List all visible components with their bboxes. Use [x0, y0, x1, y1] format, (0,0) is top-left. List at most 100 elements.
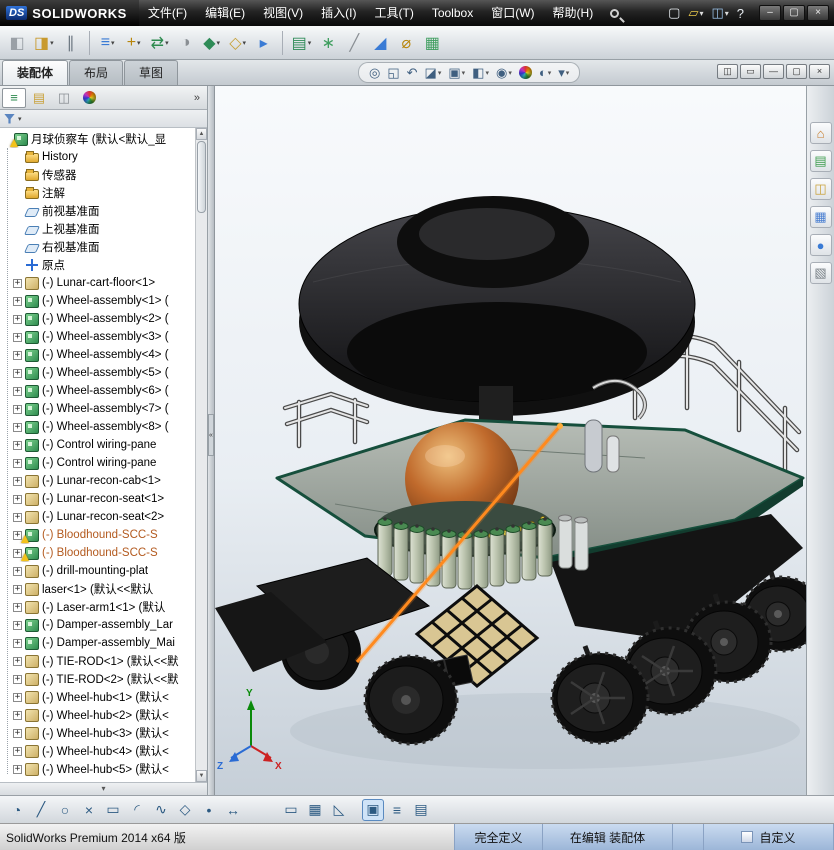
configurationmanager-tab[interactable]: ◫ — [52, 88, 76, 108]
expander-icon[interactable]: + — [13, 674, 22, 684]
bill-of-materials-button[interactable]: ▤ ▾ — [289, 30, 315, 56]
wheel-right-1[interactable] — [550, 651, 650, 745]
tab-assembly[interactable]: 装配体 — [2, 60, 69, 85]
tree-item[interactable]: + (-) Wheel-assembly<5> ( — [2, 364, 195, 382]
tree-item[interactable]: + (-) Wheel-assembly<8> ( — [2, 418, 195, 436]
doc-restore-button[interactable]: ▢ — [786, 64, 807, 79]
graphics-viewport[interactable]: Y X Z — [215, 86, 806, 795]
tree-item[interactable]: + (-) Lunar-recon-cab<1> — [2, 472, 195, 490]
tree-item[interactable]: + (-) Damper-assembly_Lar — [2, 616, 195, 634]
tree-root-item[interactable]: 月球侦察车 (默认<默认_显 — [2, 130, 195, 148]
edit-component-button[interactable]: ◧ — [5, 30, 29, 56]
tree-item[interactable]: + (-) Wheel-assembly<3> ( — [2, 328, 195, 346]
expander-icon[interactable]: + — [13, 386, 22, 396]
expander-icon[interactable]: + — [13, 710, 22, 720]
tree-item[interactable]: 传感器 — [2, 166, 195, 184]
tab-layout[interactable]: 布局 — [69, 60, 124, 85]
expander-icon[interactable]: + — [13, 494, 22, 504]
tree-item[interactable]: + (-) Wheel-hub<2> (默认< — [2, 706, 195, 724]
tree-item[interactable]: 原点 — [2, 256, 195, 274]
expander-icon[interactable]: + — [13, 404, 22, 414]
tree-item[interactable]: + (-) Laser-arm1<1> (默认 — [2, 598, 195, 616]
tree-item[interactable]: + (-) TIE-ROD<2> (默认<<默 — [2, 670, 195, 688]
expander-icon[interactable]: + — [13, 692, 22, 702]
help-button[interactable]: ? — [733, 3, 748, 23]
viewport-pane-button[interactable]: ▣ — [362, 798, 384, 821]
tree-item[interactable]: + laser<1> (默认<<默认 — [2, 580, 195, 598]
tree-item[interactable]: + (-) Bloodhound-SCC-S — [2, 526, 195, 544]
expander-icon[interactable]: + — [13, 638, 22, 648]
view-palette-button[interactable]: ▦ — [809, 206, 832, 228]
expander-icon[interactable]: + — [13, 584, 22, 594]
tree-scrollbar[interactable]: ▲ ▼ — [195, 128, 207, 782]
menu-item[interactable]: 文件(F) — [139, 0, 196, 26]
previous-view-button[interactable]: ↶ — [404, 65, 421, 81]
tree-item[interactable]: + (-) Wheel-hub<1> (默认< — [2, 688, 195, 706]
panel-splitter[interactable]: « — [208, 86, 215, 795]
tree-item[interactable]: + (-) Wheel-assembly<7> ( — [2, 400, 195, 418]
ruler-button[interactable]: ◺ — [328, 799, 350, 821]
tree-item[interactable]: + (-) Wheel-hub<3> (默认< — [2, 724, 195, 742]
expander-icon[interactable]: + — [13, 440, 22, 450]
rover-3d-model[interactable]: Y X Z — [215, 86, 806, 795]
expander-icon[interactable]: + — [13, 476, 22, 486]
doc-close-button[interactable]: × — [809, 64, 830, 79]
open-button[interactable]: ▱ ▾ — [684, 3, 707, 23]
menu-item[interactable]: 窗口(W) — [482, 0, 543, 26]
expander-icon[interactable]: + — [13, 296, 22, 306]
apply-scene-button[interactable]: ◐ ▾ — [536, 65, 554, 80]
search-icon[interactable] — [610, 8, 620, 18]
tree-item[interactable]: 注解 — [2, 184, 195, 202]
menu-item[interactable]: 帮助(H) — [544, 0, 603, 26]
pane-horizontal-icon[interactable]: ▭ — [740, 64, 761, 79]
tree-item[interactable]: + (-) Wheel-assembly<6> ( — [2, 382, 195, 400]
featuremanager-tab[interactable]: ≡ — [2, 87, 26, 108]
filter-funnel-icon[interactable] — [4, 113, 15, 124]
line-button[interactable]: ╱ — [30, 799, 52, 821]
exploded-view-button[interactable]: ∗ — [316, 30, 340, 56]
expander-icon[interactable]: + — [13, 278, 22, 288]
spline-button[interactable]: ∿ — [150, 799, 172, 821]
tree-item[interactable]: + (-) Control wiring-pane — [2, 436, 195, 454]
edit-appearance-button[interactable] — [516, 66, 535, 79]
zoom-to-fit-button[interactable]: ◎ — [366, 65, 383, 81]
point-button[interactable]: • — [198, 799, 220, 821]
propertymanager-tab[interactable]: ▤ — [27, 88, 51, 108]
design-library-button[interactable]: ▤ — [809, 150, 832, 172]
home-button[interactable]: ⌂ — [809, 122, 832, 144]
view-orientation-button[interactable]: ▣ ▾ — [445, 65, 468, 81]
file-explorer-button[interactable]: ◫ — [809, 178, 832, 200]
expander-icon[interactable]: + — [13, 332, 22, 342]
sheet-grid-button[interactable]: ▤ — [410, 799, 432, 821]
menu-item[interactable]: 工具(T) — [366, 0, 423, 26]
tree-item[interactable]: + (-) Damper-assembly_Mai — [2, 634, 195, 652]
scrollbar-thumb[interactable] — [197, 141, 206, 213]
custom-properties-button[interactable]: ▧ — [809, 262, 832, 284]
expander-icon[interactable]: + — [13, 368, 22, 378]
menu-item[interactable]: 编辑(E) — [196, 0, 254, 26]
expander-icon[interactable]: + — [13, 512, 22, 522]
move-component-button[interactable]: ⇄ ▾ — [148, 30, 172, 56]
appearancemanager-tab[interactable] — [77, 88, 101, 108]
view-settings-button[interactable]: ▾ ▾ — [555, 65, 572, 81]
hide-show-items-button[interactable]: ◉ ▾ — [493, 65, 515, 81]
tree-item[interactable]: + (-) Wheel-assembly<2> ( — [2, 310, 195, 328]
smart-fasteners-button[interactable]: + ▾ — [122, 30, 146, 56]
new-motion-study-button[interactable]: ▸ — [252, 30, 276, 56]
zoom-to-area-button[interactable]: ◱ — [384, 65, 402, 81]
expander-icon[interactable]: + — [13, 566, 22, 576]
menu-item[interactable]: 视图(V) — [254, 0, 312, 26]
tree-item[interactable]: + (-) Wheel-assembly<1> ( — [2, 292, 195, 310]
tab-sketch[interactable]: 草图 — [124, 60, 179, 85]
pane-split-icon[interactable]: ◫ — [717, 64, 738, 79]
tree-item[interactable]: History — [2, 148, 195, 166]
tree-item[interactable]: + (-) drill-mounting-plat — [2, 562, 195, 580]
panel-bottom-expander[interactable]: ▾ — [0, 782, 207, 795]
close-button[interactable]: × — [807, 5, 829, 21]
maximize-button[interactable]: ▢ — [783, 5, 805, 21]
tree-item[interactable]: + (-) Control wiring-pane — [2, 454, 195, 472]
filter-dropdown-arrow[interactable]: ▾ — [18, 115, 22, 123]
smart-dimension-button[interactable]: ↔ — [222, 799, 244, 821]
linear-component-pattern-button[interactable]: ≡ ▾ — [96, 30, 120, 56]
mass-properties-button[interactable]: ▦ — [420, 30, 444, 56]
